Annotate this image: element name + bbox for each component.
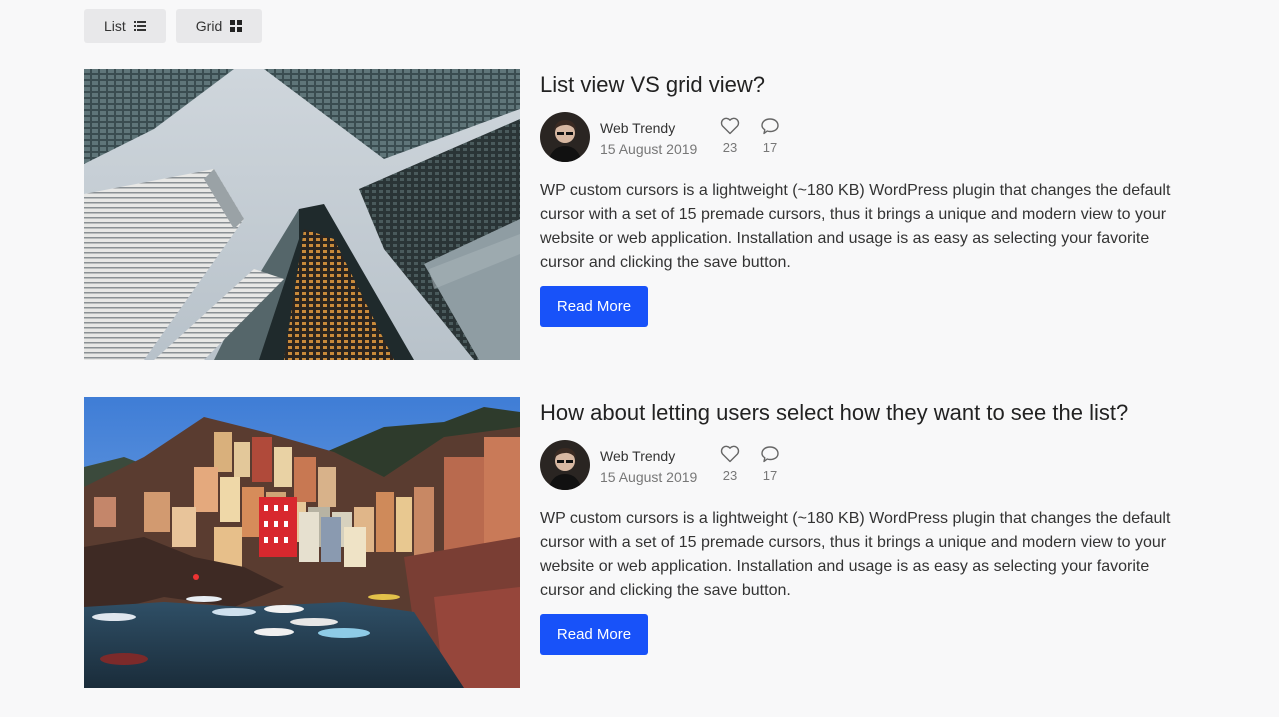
post-date: 15 August 2019 [600, 141, 698, 157]
grid-view-label: Grid [195, 18, 223, 34]
author-name[interactable]: Web Trendy [600, 119, 697, 137]
likes-stat[interactable]: 23 [718, 445, 742, 483]
author-name[interactable]: Web Trendy [600, 447, 697, 465]
read-more-button[interactable]: Read More [540, 286, 648, 327]
list-icon [133, 21, 146, 31]
read-more-button[interactable]: Read More [540, 614, 648, 655]
post-card: List view VS grid view? Web Trendy 15 Au… [84, 69, 1194, 360]
post-thumbnail-coastal-village[interactable] [84, 397, 520, 688]
author-avatar[interactable] [540, 112, 590, 162]
comment-icon[interactable] [758, 117, 782, 135]
post-title[interactable]: List view VS grid view? [540, 69, 1200, 101]
post-content: How about letting users select how they … [540, 397, 1200, 655]
author-info: Web Trendy 15 August 2019 [600, 447, 697, 486]
post-content: List view VS grid view? Web Trendy 15 Au… [540, 69, 1200, 327]
comments-count: 17 [762, 140, 778, 155]
post-meta: Web Trendy 15 August 2019 23 17 [540, 111, 1200, 163]
heart-icon[interactable] [718, 117, 742, 135]
likes-count: 23 [722, 468, 738, 483]
post-excerpt: WP custom cursors is a lightweight (~180… [540, 182, 1171, 271]
post-title[interactable]: How about letting users select how they … [540, 397, 1200, 429]
grid-view-button[interactable]: Grid [175, 9, 263, 43]
post-card: How about letting users select how they … [84, 397, 1194, 688]
comment-icon[interactable] [758, 445, 782, 463]
likes-count: 23 [722, 140, 738, 155]
comments-stat[interactable]: 17 [758, 445, 782, 483]
view-toggle: List Grid [84, 9, 263, 43]
heart-icon[interactable] [718, 445, 742, 463]
likes-stat[interactable]: 23 [718, 117, 742, 155]
post-thumbnail-skyscrapers[interactable] [84, 69, 520, 360]
list-view-button[interactable]: List [84, 9, 166, 43]
post-excerpt: WP custom cursors is a lightweight (~180… [540, 510, 1171, 599]
list-view-label: List [104, 18, 126, 34]
grid-icon [230, 20, 243, 32]
author-avatar[interactable] [540, 440, 590, 490]
comments-stat[interactable]: 17 [758, 117, 782, 155]
post-date: 15 August 2019 [600, 469, 698, 485]
comments-count: 17 [762, 468, 778, 483]
post-meta: Web Trendy 15 August 2019 23 17 [540, 439, 1200, 491]
author-info: Web Trendy 15 August 2019 [600, 119, 697, 158]
